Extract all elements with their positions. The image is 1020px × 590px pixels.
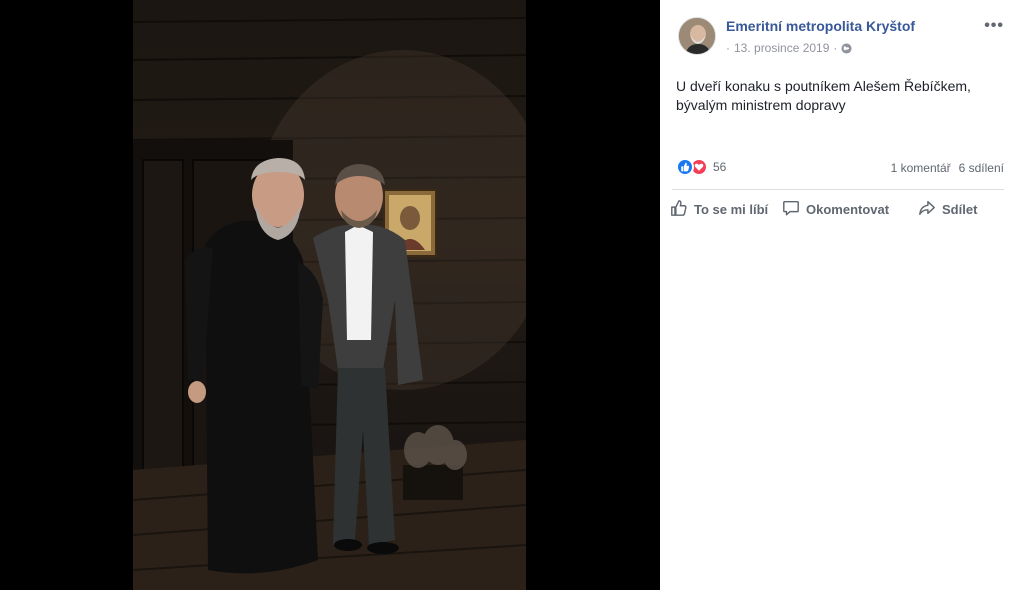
comment-button-label: Okomentovat	[806, 202, 890, 217]
post-sidebar: Emeritní metropolita Kryštof · 13. prosi…	[660, 0, 1020, 590]
engagement-counts: 1 komentář 6 sdílení	[891, 161, 1004, 175]
post-photo[interactable]	[133, 0, 526, 590]
divider	[672, 189, 1004, 190]
photo-viewer	[0, 0, 660, 590]
thumbs-up-icon	[670, 199, 688, 220]
photo-illustration	[133, 17, 526, 590]
like-button-label: To se mi líbí	[694, 202, 769, 217]
like-button[interactable]: To se mi líbí	[670, 199, 768, 220]
caption-line: bývalým ministrem dopravy	[676, 97, 846, 113]
more-options-button[interactable]: •••	[984, 17, 1004, 35]
reactions-summary[interactable]: 56	[676, 158, 726, 176]
share-button-label: Sdílet	[942, 202, 978, 217]
share-count-link[interactable]: 6 sdílení	[959, 161, 1004, 175]
comment-count-link[interactable]: 1 komentář	[891, 161, 951, 175]
post-caption: U dveří konaku s poutníkem Alešem Řebíčk…	[676, 77, 1006, 115]
reaction-count: 56	[713, 160, 727, 174]
share-button[interactable]: Sdílet	[918, 199, 977, 220]
caption-line: U dveří konaku s poutníkem Alešem Řebíčk…	[676, 78, 971, 94]
meta-separator: ·	[726, 41, 730, 55]
globe-icon[interactable]	[841, 42, 852, 54]
post-meta: · 13. prosince 2019 ·	[726, 41, 852, 55]
post-date[interactable]: 13. prosince 2019	[734, 41, 829, 55]
post-actions: To se mi líbí Okomentovat Sdílet	[670, 199, 1006, 223]
like-icon	[676, 158, 694, 176]
author-name-link[interactable]: Emeritní metropolita Kryštof	[726, 18, 915, 34]
post-stats: 56 1 komentář 6 sdílení	[676, 158, 1004, 178]
speech-bubble-icon	[782, 199, 800, 220]
author-avatar[interactable]	[678, 17, 716, 55]
meta-separator: ·	[833, 41, 838, 55]
comment-button[interactable]: Okomentovat	[782, 199, 889, 220]
share-arrow-icon	[918, 199, 936, 220]
